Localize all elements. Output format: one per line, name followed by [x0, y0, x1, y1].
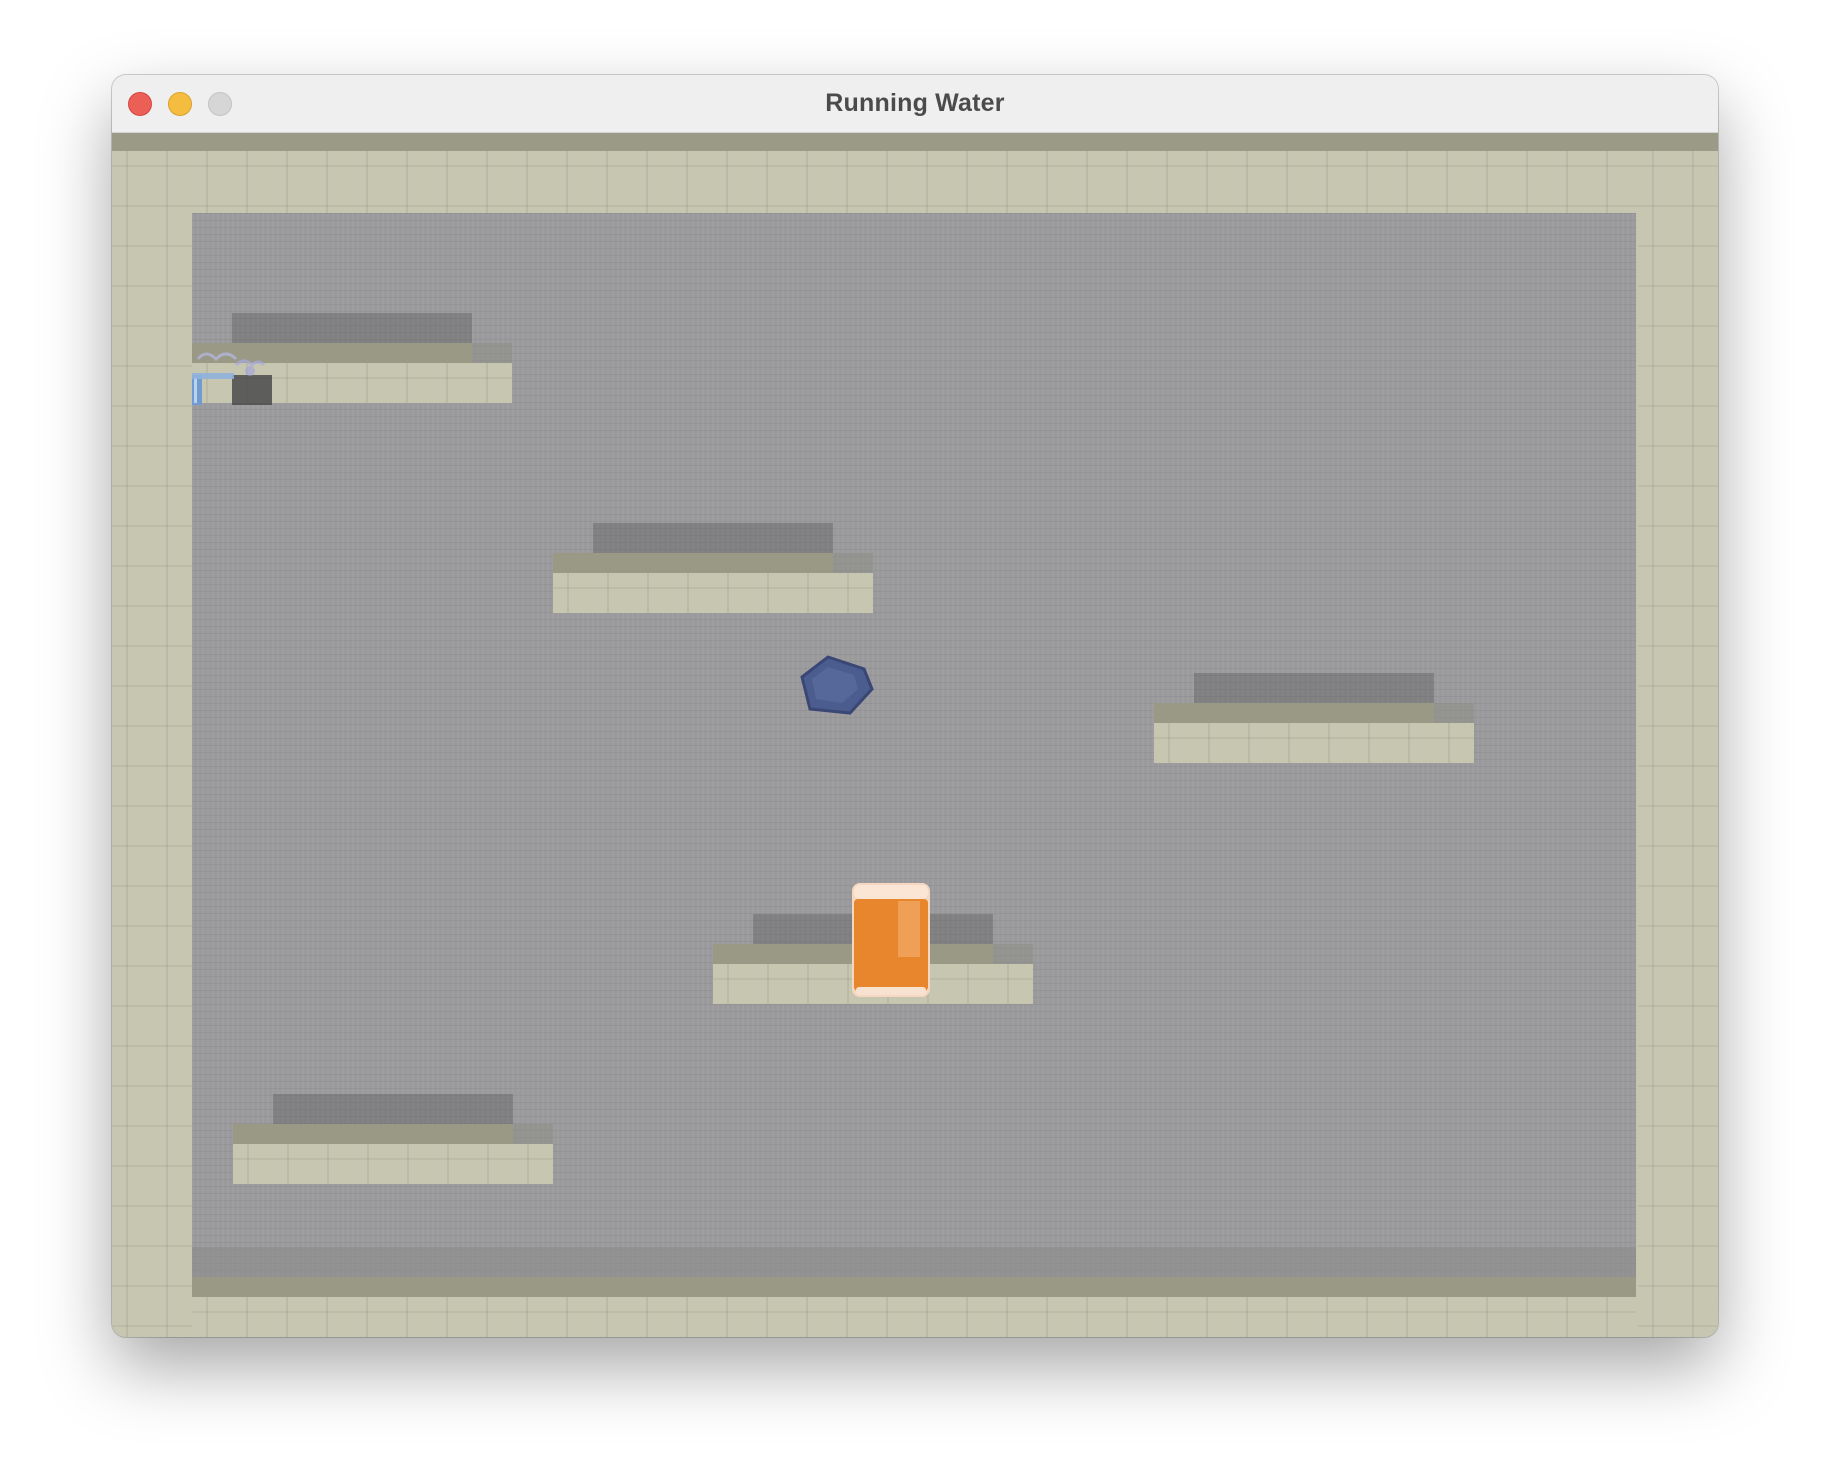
window-title: Running Water — [825, 89, 1005, 117]
titlebar: Running Water — [112, 75, 1718, 133]
platform — [1154, 673, 1474, 763]
platform-shadow — [593, 523, 833, 553]
wall-right — [1638, 151, 1718, 1337]
floor-shadow — [192, 1247, 1636, 1277]
platform-shadow — [273, 1094, 513, 1124]
platform — [553, 523, 873, 613]
floor-ledge — [192, 1277, 1636, 1297]
floor — [192, 1297, 1636, 1337]
platform-body — [553, 573, 873, 613]
platform-body — [233, 1144, 553, 1184]
platform-shadow — [1194, 673, 1434, 703]
platform — [233, 1094, 553, 1184]
water-drop-icon[interactable] — [798, 655, 878, 717]
platform-ledge — [1154, 703, 1434, 723]
top-strip — [112, 133, 1718, 151]
platform-body — [1154, 723, 1474, 763]
wall-left — [112, 151, 192, 1337]
platform-shadow — [232, 313, 472, 343]
cup-icon[interactable] — [850, 881, 932, 999]
platform-ledge — [233, 1124, 513, 1144]
wall-top — [112, 151, 1718, 213]
faucet-icon — [192, 345, 272, 405]
game-canvas[interactable] — [112, 133, 1718, 1337]
app-window: Running Water — [112, 75, 1718, 1337]
platform-ledge — [553, 553, 833, 573]
